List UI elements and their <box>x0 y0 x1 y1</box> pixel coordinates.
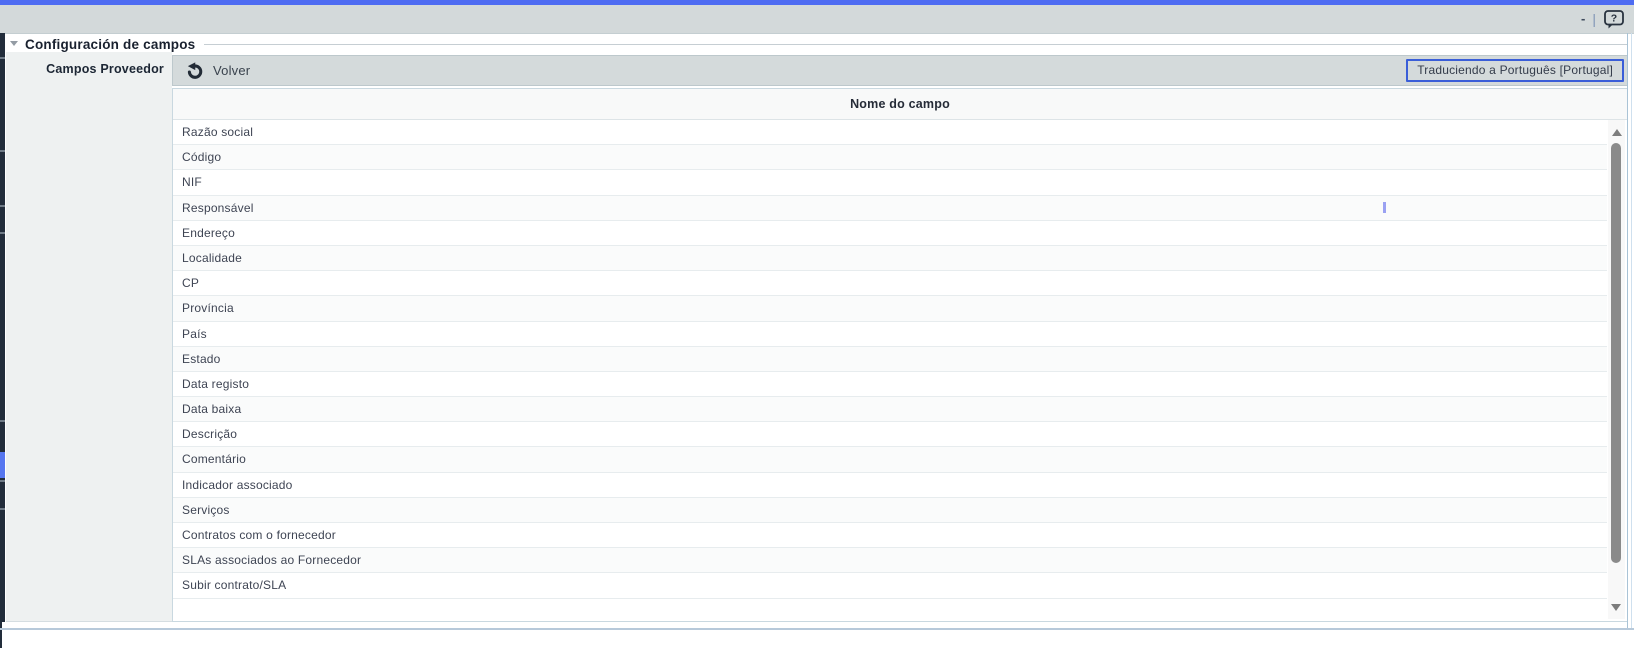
sidebar-divider <box>0 205 5 207</box>
field-group-panel: Campos Proveedor <box>6 52 172 622</box>
sidebar-divider <box>0 480 5 482</box>
table-row[interactable]: Data registo <box>173 372 1607 397</box>
scroll-down-arrow-icon[interactable] <box>1611 604 1621 611</box>
collapse-arrow-icon[interactable] <box>10 41 18 46</box>
sidebar-divider <box>0 508 5 510</box>
fields-table: Nome do campo Razão socialCódigoNIFRespo… <box>172 88 1628 622</box>
table-row[interactable]: País <box>173 322 1607 347</box>
table-row[interactable]: NIF <box>173 170 1607 195</box>
content-right-border-outer <box>1631 33 1632 629</box>
sidebar-divider <box>0 150 5 152</box>
table-row[interactable]: Código <box>173 145 1607 170</box>
sidebar-divider <box>0 420 5 422</box>
translate-button[interactable]: Traduciendo a Português [Portugal] <box>1406 59 1624 82</box>
vertical-scrollbar[interactable] <box>1608 120 1625 619</box>
scroll-up-arrow-icon[interactable] <box>1612 129 1622 136</box>
undo-arrow-icon <box>185 61 204 80</box>
table-row[interactable]: Serviços <box>173 498 1607 523</box>
back-button[interactable]: Volver <box>185 56 250 85</box>
toolbar: Volver Traduciendo a Português [Portugal… <box>172 55 1628 86</box>
sidebar-divider <box>0 57 5 59</box>
svg-text:?: ? <box>1611 13 1617 25</box>
table-row[interactable]: Responsável <box>173 196 1607 221</box>
collapsed-sidebar[interactable] <box>0 33 5 622</box>
table-row[interactable]: Endereço <box>173 221 1607 246</box>
table-row[interactable]: Subir contrato/SLA <box>173 573 1607 598</box>
table-body: Razão socialCódigoNIFResponsávelEndereço… <box>173 120 1607 599</box>
table-row[interactable]: Razão social <box>173 120 1607 145</box>
section-rule <box>204 44 1627 45</box>
table-row[interactable]: Estado <box>173 347 1607 372</box>
content-right-border <box>1627 33 1628 629</box>
field-group-label: Campos Proveedor <box>46 62 164 76</box>
table-row[interactable]: Indicador associado <box>173 473 1607 498</box>
content-bottom-border <box>0 628 1634 630</box>
app-header-bar: - | ? <box>0 5 1634 34</box>
header-divider: | <box>1592 5 1596 33</box>
sidebar-divider <box>0 232 5 234</box>
section-title: Configuración de campos <box>25 37 195 52</box>
table-row[interactable]: SLAs associados ao Fornecedor <box>173 548 1607 573</box>
table-row[interactable]: Descrição <box>173 422 1607 447</box>
minimize-button[interactable]: - <box>1581 5 1585 33</box>
table-row[interactable]: CP <box>173 271 1607 296</box>
window-controls: - | ? <box>1581 5 1626 33</box>
back-button-label: Volver <box>213 63 250 78</box>
table-header: Nome do campo <box>173 89 1627 120</box>
table-row[interactable]: Contratos com o fornecedor <box>173 523 1607 548</box>
text-cursor <box>1383 202 1386 213</box>
table-row[interactable]: Data baixa <box>173 397 1607 422</box>
help-icon[interactable]: ? <box>1603 7 1626 31</box>
scrollbar-thumb[interactable] <box>1611 143 1621 563</box>
table-row[interactable]: Comentário <box>173 447 1607 472</box>
table-row[interactable]: Província <box>173 296 1607 321</box>
table-row[interactable]: Localidade <box>173 246 1607 271</box>
sidebar-active-item[interactable] <box>0 452 5 478</box>
sidebar-edge <box>0 622 2 648</box>
